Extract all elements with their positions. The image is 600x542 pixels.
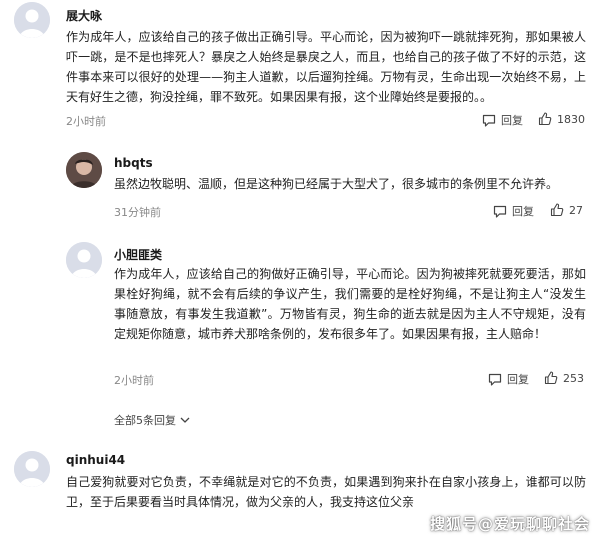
comment-text: 作为成年人，应该给自己的孩子做出正确引导。平心而论，因为被狗吓一跳就摔死狗，那如… xyxy=(66,30,586,104)
like-button[interactable]: 27 xyxy=(550,203,583,217)
comment-text: 自己爱狗就要对它负责，不幸绳就是对它的不负责，如果遇到狗来扑在自家小孩身上，谁都… xyxy=(66,475,586,509)
user-photo-icon xyxy=(66,152,102,188)
thumbs-up-icon xyxy=(550,203,564,217)
reply-button[interactable]: 回复 xyxy=(482,112,523,128)
comment-username[interactable]: hbqts xyxy=(114,156,153,170)
reply-label: 回复 xyxy=(501,114,523,127)
reply-button[interactable]: 回复 xyxy=(488,371,529,387)
reply-icon xyxy=(493,205,507,218)
reply-icon xyxy=(488,373,502,386)
comment-text: 作为成年人，应该给自己的狗做好正确引导，平心而论。因为狗被摔死就要死要活，那如果… xyxy=(114,267,586,341)
like-count: 1830 xyxy=(557,112,585,126)
comment-timestamp: 2小时前 xyxy=(114,374,154,387)
like-button[interactable]: 1830 xyxy=(538,112,585,126)
reply-icon xyxy=(482,114,496,127)
reply-label: 回复 xyxy=(507,373,529,386)
comment-timestamp: 2小时前 xyxy=(66,115,106,128)
thumbs-up-icon xyxy=(544,371,558,385)
comment-username[interactable]: 小胆匪类 xyxy=(114,246,162,263)
expand-replies-button[interactable]: 全部5条回复 xyxy=(114,412,190,428)
comment-timestamp: 31分钟前 xyxy=(114,206,161,219)
watermark: 搜狐号@爱玩聊聊社会 xyxy=(429,515,590,533)
avatar[interactable] xyxy=(66,152,102,188)
reply-button[interactable]: 回复 xyxy=(493,203,534,219)
avatar[interactable] xyxy=(14,2,50,38)
thumbs-up-icon xyxy=(538,112,552,126)
comment-username[interactable]: 展大咏 xyxy=(66,7,102,24)
like-count: 253 xyxy=(563,371,584,385)
comment-text: 虽然边牧聪明、温顺，但是这种狗已经属于大型犬了，很多城市的条例里不允许养。 xyxy=(114,177,559,191)
chevron-down-icon xyxy=(180,417,190,423)
reply-label: 回复 xyxy=(512,205,534,218)
default-avatar-icon xyxy=(14,2,50,38)
like-button[interactable]: 253 xyxy=(544,371,584,385)
default-avatar-icon xyxy=(14,451,50,487)
avatar[interactable] xyxy=(66,242,102,278)
expand-replies-label: 全部5条回复 xyxy=(114,414,176,427)
like-count: 27 xyxy=(569,203,583,217)
default-avatar-icon xyxy=(66,242,102,278)
comment-username[interactable]: qinhui44 xyxy=(66,453,125,467)
avatar[interactable] xyxy=(14,451,50,487)
